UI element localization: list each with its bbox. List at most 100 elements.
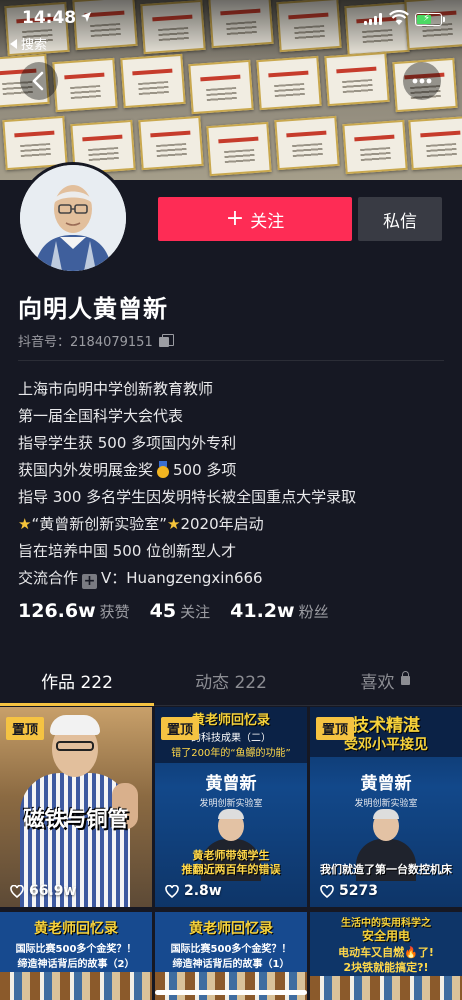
video-tile[interactable]: 黄老师回忆录 的科技成果（二） 错了200年的“鱼鳔的功能” 黄曾新 发明创新实… — [155, 707, 307, 907]
message-label: 私信 — [383, 211, 417, 232]
lab-brand: 黄曾新 发明创新实验室 — [155, 769, 307, 809]
certificate — [256, 55, 322, 111]
douyin-id-text: 抖音号：2184079151 — [18, 335, 153, 350]
video-thumbnail — [155, 972, 307, 1000]
video-header-sub: 国际比赛500多个金奖？！ — [170, 944, 292, 955]
home-indicator — [155, 990, 307, 995]
pinned-badge: 置顶 — [316, 717, 355, 740]
brand-name: 黄曾新 — [205, 774, 257, 794]
brand-sub: 发明创新实验室 — [354, 799, 418, 809]
tab-label: 喜欢 — [360, 672, 395, 693]
bio-line: 获国内外发明展金奖 500 多项 — [18, 457, 448, 484]
certificate — [2, 115, 68, 171]
bio-line: 交流合作 + V：Huangzengxin666 — [18, 565, 448, 592]
lock-icon — [400, 670, 410, 685]
star-icon: ★ — [18, 515, 32, 533]
certificate — [274, 115, 340, 171]
stat-followers[interactable]: 41.2w 粉丝 — [230, 600, 328, 622]
status-time: 14:48 — [22, 8, 77, 28]
brand-sub: 发明创新实验室 — [199, 799, 263, 809]
tab-works[interactable]: 作品 222 — [0, 654, 154, 706]
tab-likes[interactable]: 喜欢 — [308, 654, 462, 706]
content-tabs: 作品 222 动态 222 喜欢 — [0, 654, 462, 706]
like-count: 2.8w — [184, 883, 222, 899]
stat-label: 获赞 — [99, 603, 130, 621]
video-tile[interactable]: 生活中的实用科学之 安全用电 电动车又自燃🔥了! 2块铁就能搞定?! — [310, 912, 462, 1000]
plus-icon: + — [225, 206, 245, 231]
bio-text: 交流合作 — [18, 569, 79, 587]
certificate — [188, 59, 254, 115]
douyin-id[interactable]: 抖音号：2184079151 — [18, 331, 174, 350]
video-header-title: 黄老师回忆录 — [189, 921, 273, 937]
copy-icon[interactable] — [158, 333, 174, 348]
tab-activity[interactable]: 动态 222 — [154, 654, 308, 706]
bio-text: 500 多项 — [173, 461, 237, 479]
stat-value: 45 — [149, 600, 177, 622]
video-thumbnail — [310, 976, 462, 1000]
video-tile[interactable]: 黄老师回忆录 国际比赛500多个金奖？！ 缔造神话背后的故事（2） — [0, 912, 152, 1000]
bio-text: “黄曾新创新实验室” — [31, 515, 167, 533]
video-thumbnail — [0, 972, 152, 1000]
location-arrow-icon — [81, 12, 91, 22]
avatar[interactable] — [17, 162, 129, 274]
bio-text: 2020年启动 — [180, 515, 264, 533]
bio-line: ★“黄曾新创新实验室”★2020年启动 — [18, 511, 448, 538]
wifi-icon — [389, 10, 409, 25]
follow-label: 关注 — [250, 211, 285, 232]
tab-label: 动态 222 — [195, 672, 267, 693]
bio-line: 指导学生获 500 多项国内外专利 — [18, 434, 237, 452]
certificate — [138, 115, 204, 171]
video-header-sub: 缔造神话背后的故事（1） — [172, 959, 290, 970]
video-header-sub: 安全用电 — [361, 929, 410, 943]
stat-likes[interactable]: 126.6w 获赞 — [18, 600, 130, 622]
profile-name: 向明人黄曾新 — [18, 295, 168, 323]
follow-button[interactable]: + 关注 — [158, 197, 352, 241]
tab-label: 作品 222 — [41, 672, 113, 693]
stat-value: 41.2w — [230, 600, 295, 622]
heart-icon — [10, 884, 24, 898]
video-likes: 5273 — [320, 883, 378, 899]
video-header-title: 黄老师回忆录 — [34, 921, 118, 937]
heart-icon — [320, 884, 334, 898]
message-button[interactable]: 私信 — [358, 197, 442, 241]
gold-medal-icon — [156, 461, 170, 478]
stat-label: 关注 — [180, 603, 211, 621]
video-header-sub: 缔造神话背后的故事（2） — [17, 959, 135, 970]
bio-line: 指导 300 多名学生因发明特长被全国重点大学录取 — [18, 488, 357, 506]
back-to-search[interactable]: 搜索 — [10, 34, 47, 53]
bio-line: 上海市向明中学创新教育教师 — [18, 380, 214, 398]
pinned-badge: 置顶 — [161, 717, 200, 740]
back-app-label: 搜索 — [21, 38, 48, 53]
certificate — [206, 121, 272, 177]
lab-brand: 黄曾新 发明创新实验室 — [310, 769, 462, 809]
chevron-left-icon — [32, 71, 44, 91]
video-header-sub: 错了200年的“鱼鳔的功能” — [171, 748, 291, 759]
more-button[interactable] — [403, 62, 441, 100]
divider — [18, 360, 444, 361]
certificate — [324, 51, 390, 107]
heart-icon — [165, 884, 179, 898]
video-tile[interactable]: 黄老师回忆录 国际比赛500多个金奖？！ 缔造神话背后的故事（1） — [155, 912, 307, 1000]
bio-line: 旨在培养中国 500 位创新型人才 — [18, 542, 237, 560]
certificate — [342, 119, 408, 175]
video-caption: 我们就造了第一台数控机床 — [320, 863, 452, 876]
certificate — [52, 57, 118, 113]
status-bar: 14:48 ⚡ — [0, 0, 462, 32]
battery-icon: ⚡ — [415, 13, 445, 26]
video-header-sub: 国际比赛500多个金奖？！ — [15, 944, 137, 955]
stat-following[interactable]: 45 关注 — [150, 600, 210, 622]
video-tile[interactable]: 磁铁与铜管 置顶 66.9w — [0, 707, 152, 907]
profile-stats: 126.6w 获赞 45 关注 41.2w 粉丝 — [18, 600, 349, 622]
video-tile[interactable]: 技术精湛 受邓小平接见 黄曾新 发明创新实验室 我们就造了第一台数控机床 置顶 … — [310, 707, 462, 907]
pinned-badge: 置顶 — [6, 717, 45, 740]
back-button[interactable] — [20, 62, 58, 100]
video-likes: 2.8w — [165, 883, 222, 899]
star-icon: ★ — [167, 515, 181, 533]
like-count: 5273 — [339, 883, 378, 899]
tab-underline — [0, 703, 154, 706]
bio-text: V：Huangzengxin666 — [101, 569, 263, 587]
avatar-portrait — [20, 165, 126, 271]
brand-name: 黄曾新 — [360, 774, 412, 794]
stat-label: 粉丝 — [298, 603, 329, 621]
video-title: 磁铁与铜管 — [23, 807, 129, 831]
